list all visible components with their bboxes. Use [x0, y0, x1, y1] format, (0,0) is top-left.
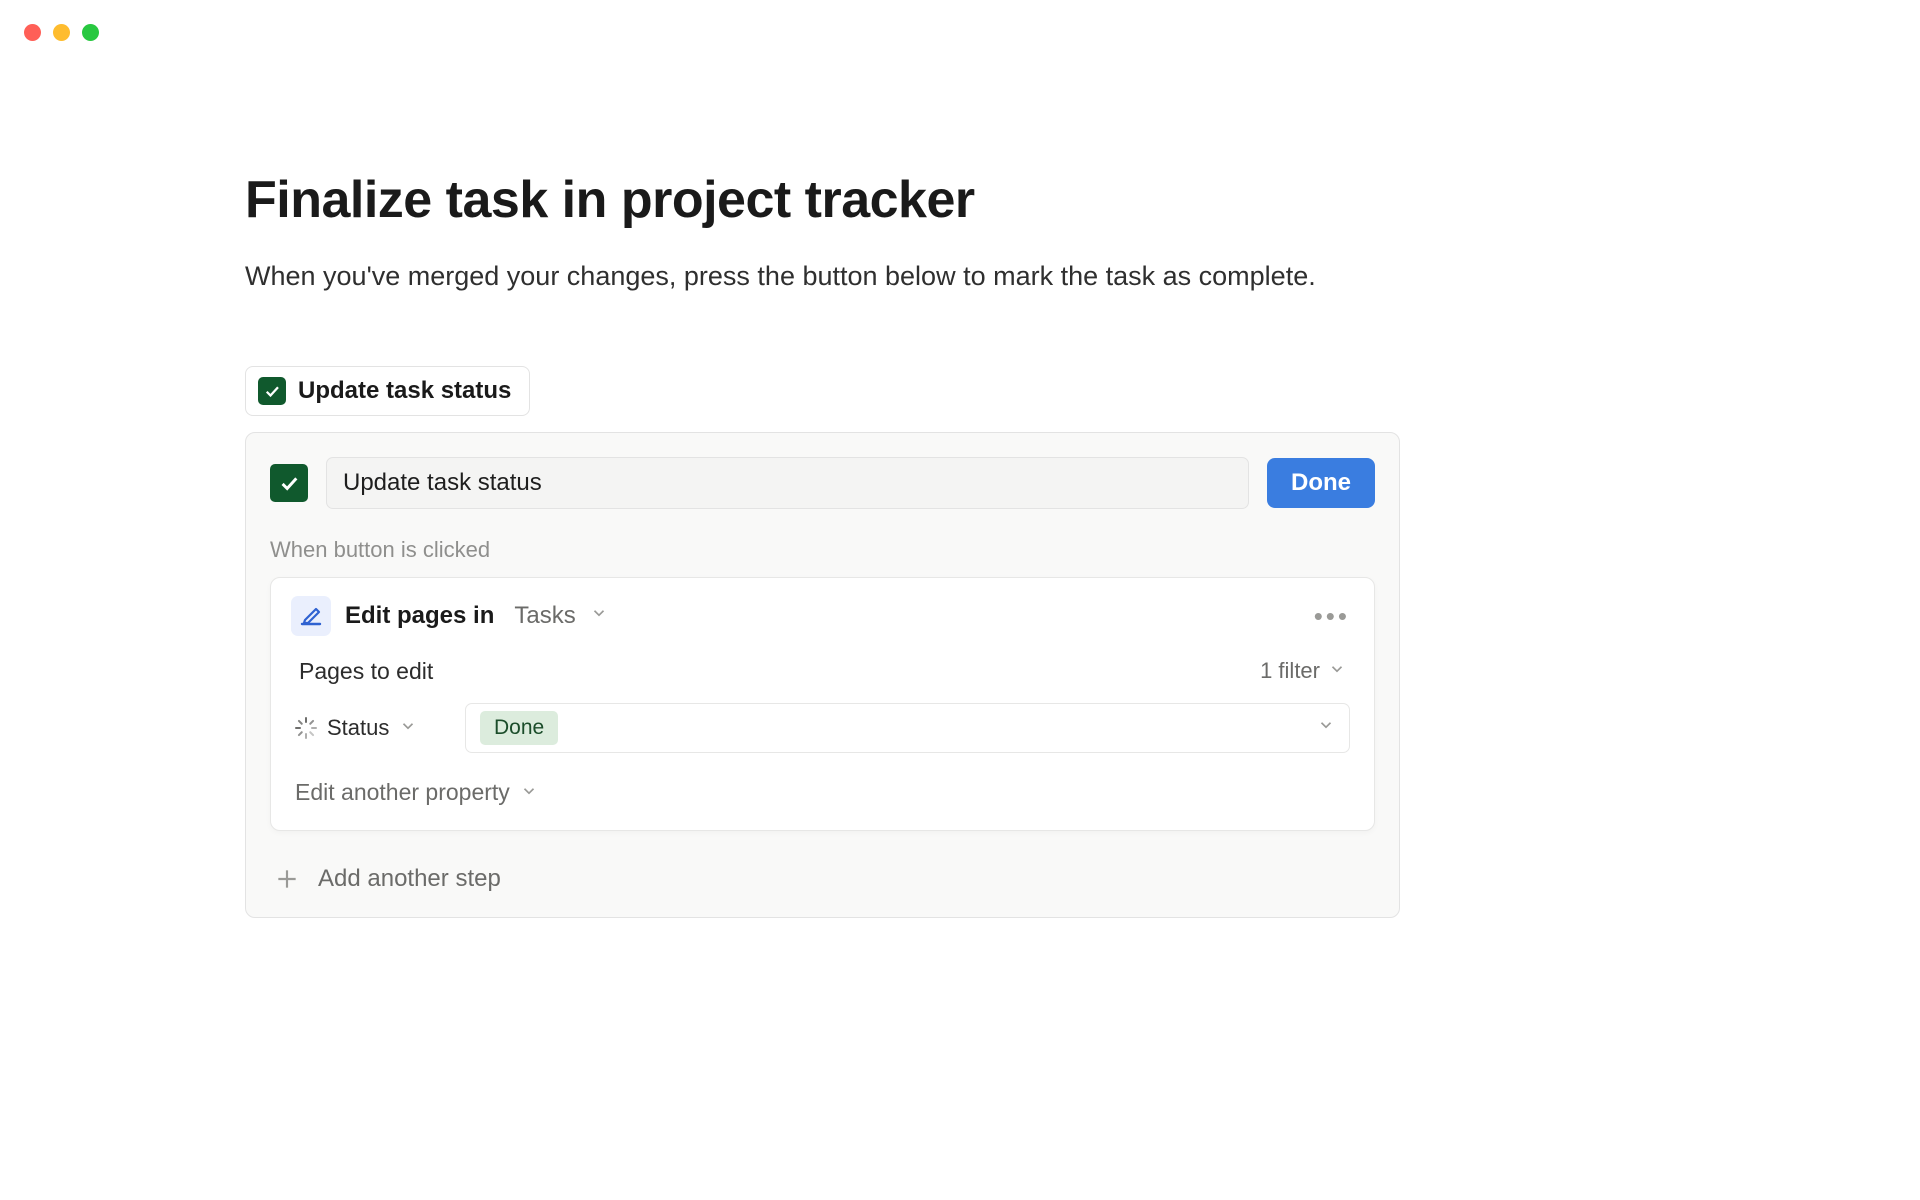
chevron-down-icon [399, 715, 417, 741]
automation-step-card: Edit pages in Tasks ••• Pages to edit 1 … [270, 577, 1375, 831]
property-name-text: Status [327, 715, 389, 741]
pages-to-edit-label: Pages to edit [299, 658, 433, 685]
done-button[interactable]: Done [1267, 458, 1375, 508]
checkmark-icon [270, 464, 308, 502]
pages-to-edit-row: Pages to edit 1 filter [291, 658, 1354, 703]
edit-another-property-label: Edit another property [295, 779, 510, 806]
add-another-step-label: Add another step [318, 865, 501, 893]
chevron-down-icon [520, 779, 538, 806]
chevron-down-icon [1328, 658, 1346, 684]
page-title: Finalize task in project tracker [245, 170, 1405, 230]
automation-config-panel: Update task status Done When button is c… [245, 432, 1400, 918]
automation-button-chip[interactable]: Update task status [245, 366, 530, 416]
step-target-db: Tasks [514, 602, 575, 630]
step-header[interactable]: Edit pages in Tasks ••• [291, 596, 1354, 636]
button-name-value: Update task status [343, 469, 542, 497]
window-traffic-lights [24, 24, 99, 41]
status-property-icon [295, 717, 317, 739]
chevron-down-icon [590, 604, 608, 627]
property-row: Status Done [291, 703, 1354, 773]
more-options-icon[interactable]: ••• [1310, 603, 1354, 629]
trigger-caption: When button is clicked [246, 515, 1399, 577]
edit-another-property-button[interactable]: Edit another property [291, 773, 1354, 810]
property-name-selector[interactable]: Status [295, 715, 445, 741]
plus-icon [274, 866, 300, 892]
automation-button-chip-label: Update task status [298, 377, 511, 405]
add-another-step-button[interactable]: Add another step [246, 847, 1399, 917]
step-action-label: Edit pages in [345, 602, 494, 630]
filter-summary-button[interactable]: 1 filter [1260, 658, 1346, 684]
chevron-down-icon [1317, 716, 1335, 739]
window-maximize-button[interactable] [82, 24, 99, 41]
status-tag: Done [480, 711, 558, 745]
window-close-button[interactable] [24, 24, 41, 41]
page-subtitle: When you've merged your changes, press t… [245, 258, 1405, 296]
app-window: Finalize task in project tracker When yo… [0, 0, 1920, 1200]
edit-pages-icon [291, 596, 331, 636]
button-name-input[interactable]: Update task status [326, 457, 1249, 509]
window-minimize-button[interactable] [53, 24, 70, 41]
config-header: Update task status Done [246, 433, 1399, 515]
checkmark-icon [258, 377, 286, 405]
page-content: Finalize task in project tracker When yo… [245, 170, 1405, 918]
property-value-selector[interactable]: Done [465, 703, 1350, 753]
filter-summary-text: 1 filter [1260, 658, 1320, 684]
